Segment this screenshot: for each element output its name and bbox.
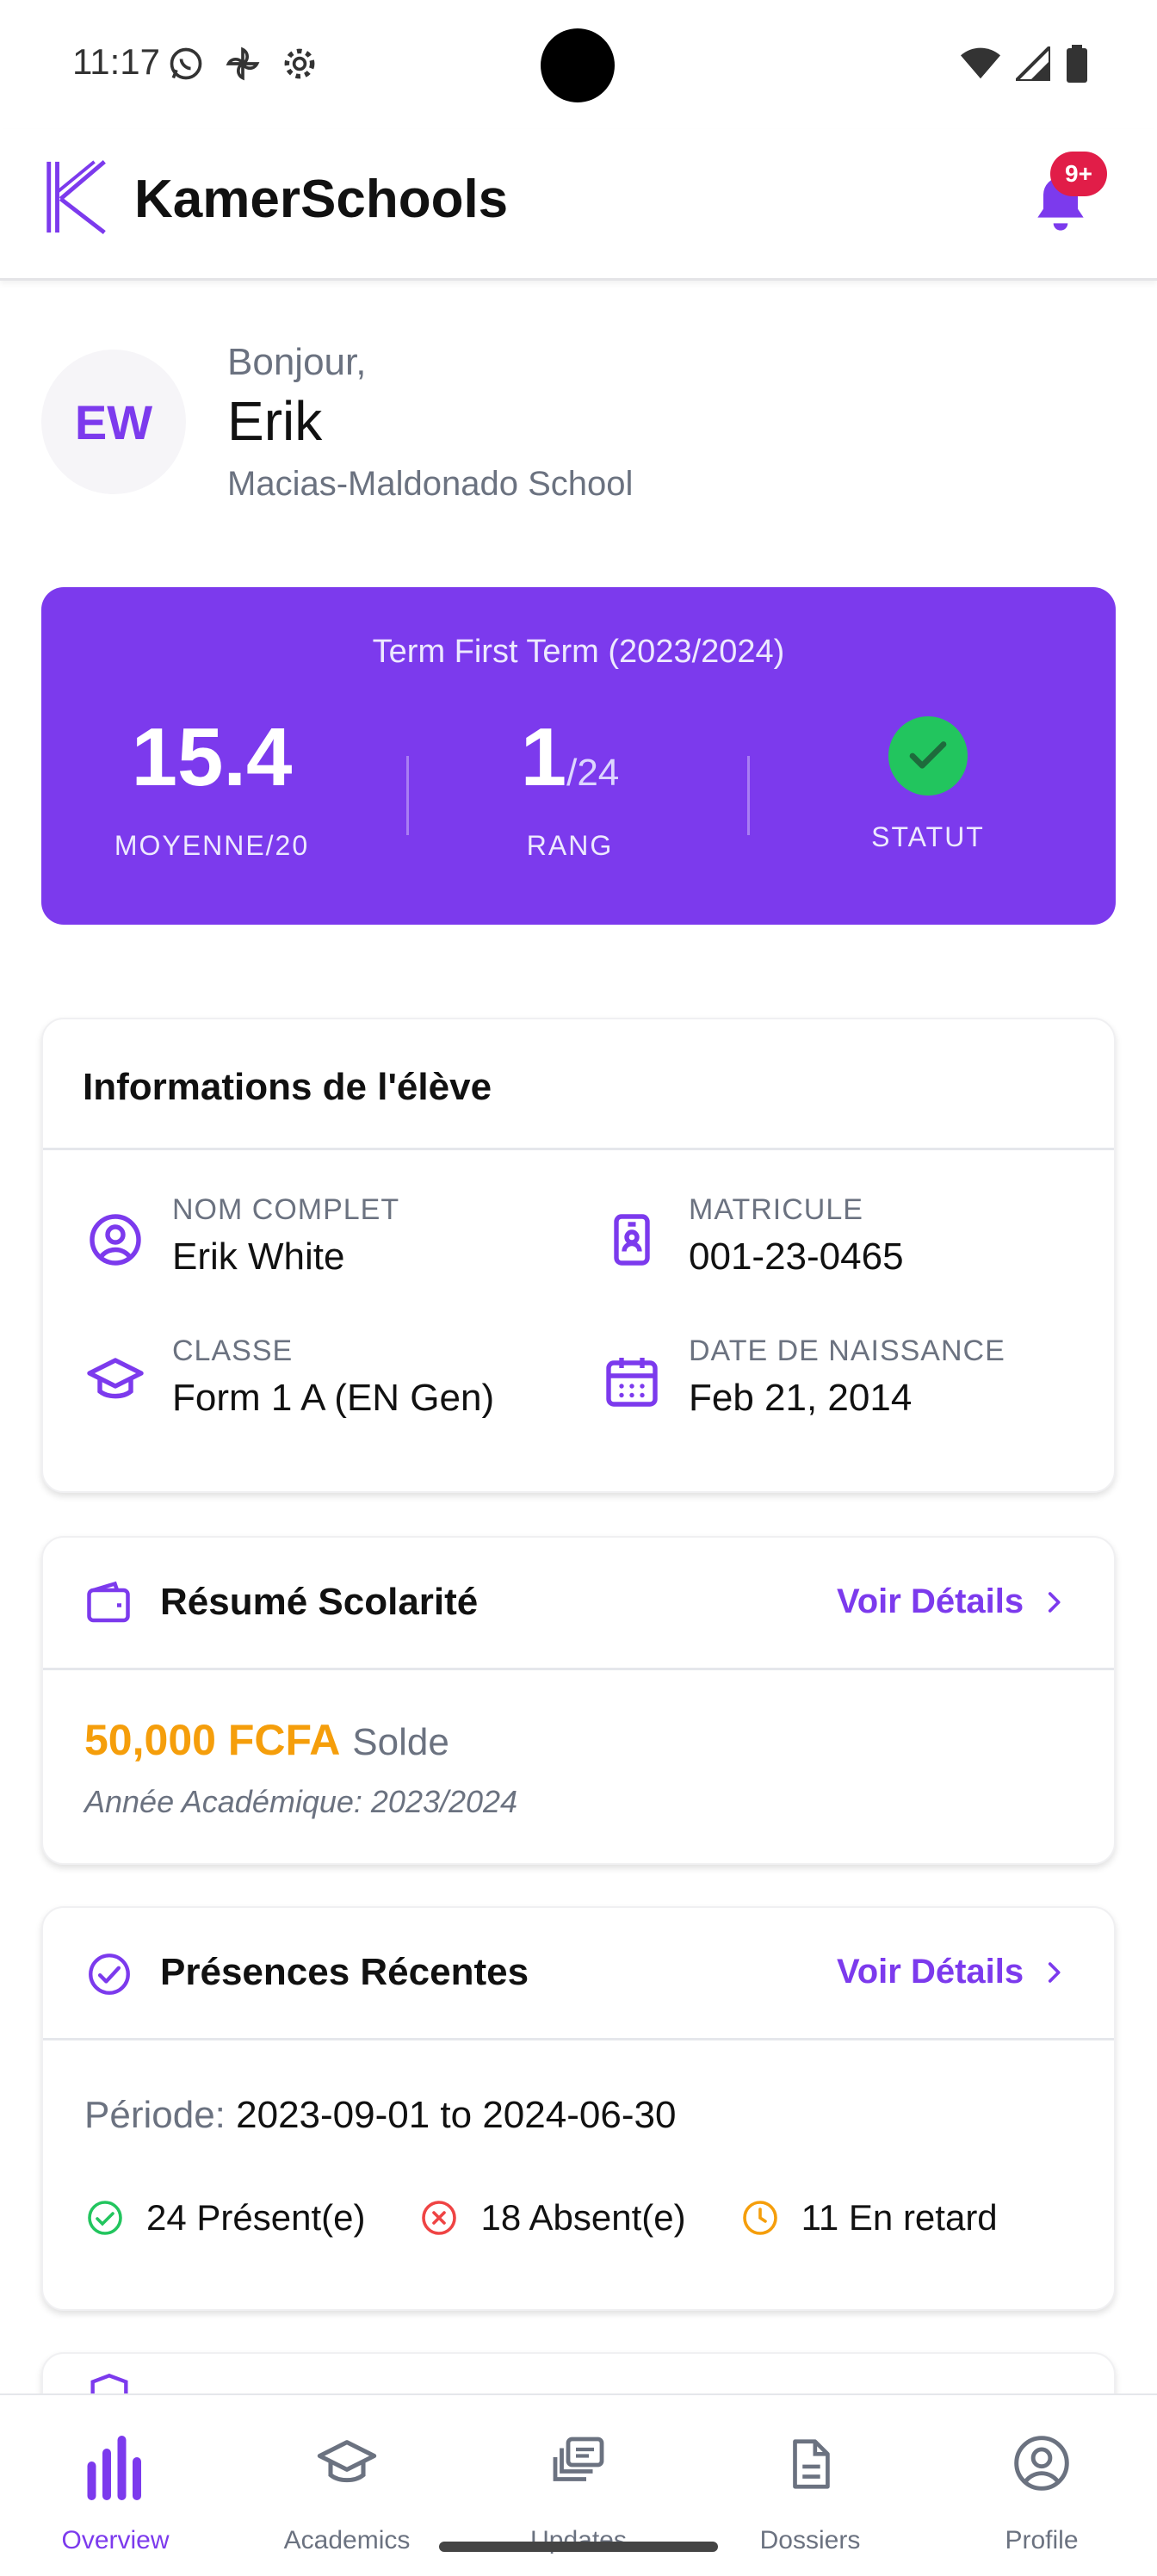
clock-icon — [742, 2201, 777, 2235]
attendance-period: Période: 2023-09-01 to 2024-06-30 — [84, 2094, 676, 2137]
pinwheel-icon — [226, 46, 260, 81]
user-circle-icon — [90, 1214, 141, 1266]
whatsapp-icon — [170, 47, 202, 80]
rank-stat: 1/24 RANG — [399, 716, 740, 862]
school-name: Macias-Maldonado School — [227, 465, 634, 503]
signal-icon — [1016, 46, 1050, 81]
late-count: 11 En retard — [739, 2197, 998, 2239]
stat-divider — [747, 756, 750, 835]
fee-amount-label: Solde — [352, 1721, 449, 1763]
stacked-updates-icon — [463, 2431, 694, 2500]
absent-count: 18 Absent(e) — [418, 2197, 686, 2239]
info-full-name: NOM COMPLET Erik White — [84, 1193, 399, 1279]
document-icon — [695, 2431, 925, 2500]
nav-dossiers-label: Dossiers — [759, 2526, 861, 2554]
class-value: Form 1 A (EN Gen) — [172, 1377, 495, 1419]
wallet-icon — [87, 1581, 130, 1623]
birth-date-value: Feb 21, 2014 — [689, 1377, 913, 1419]
app-title: KamerSchools — [134, 170, 509, 229]
full-name-value: Erik White — [172, 1235, 345, 1278]
x-circle-icon — [422, 2201, 457, 2235]
check-circle-icon — [88, 2201, 122, 2235]
average-value: 15.4 — [131, 711, 293, 803]
rank-value: 1 — [520, 711, 567, 803]
home-indicator[interactable] — [439, 2542, 718, 2552]
matricule-value: 001-23-0465 — [689, 1235, 904, 1278]
battery-icon — [1067, 45, 1087, 83]
chevron-right-icon — [1049, 1961, 1061, 1983]
absent-text: 18 Absent(e) — [480, 2197, 686, 2238]
attendance-details-label: Voir Détails — [837, 1953, 1024, 1991]
status-check-icon — [888, 716, 968, 796]
status-time: 11:17 — [72, 41, 160, 82]
card-header: Présences Récentes Voir Détails — [43, 1908, 1114, 2040]
nav-dossiers[interactable]: Dossiers — [695, 2395, 925, 2576]
status-right-icons — [961, 45, 1088, 83]
nav-profile-label: Profile — [1005, 2526, 1079, 2554]
period-value: 2023-09-01 to 2024-06-30 — [236, 2094, 677, 2136]
user-circle-icon — [926, 2431, 1157, 2500]
rank-total: /24 — [566, 752, 620, 794]
term-title: Term First Term (2023/2024) — [372, 634, 785, 670]
attendance-card: Présences Récentes Voir Détails Période:… — [41, 1906, 1116, 2311]
fees-summary-card: Résumé Scolarité Voir Détails 50,000 FCF… — [41, 1536, 1116, 1865]
info-birth-date: DATE DE NAISSANCE Feb 21, 2014 — [601, 1334, 1005, 1420]
full-name-label: NOM COMPLET — [172, 1193, 400, 1226]
camera-cutout — [541, 28, 615, 102]
period-label: Période: — [84, 2094, 226, 2136]
status-stat: STATUT — [758, 716, 1098, 853]
student-info-card: Informations de l'élève NOM COMPLET Erik… — [41, 1018, 1116, 1493]
rank-label: RANG — [526, 830, 614, 861]
info-class: CLASSE Form 1 A (EN Gen) — [84, 1334, 494, 1420]
average-label: MOYENNE/20 — [114, 830, 310, 861]
attendance-summary: 24 Présent(e) 18 Absent(e) 11 En retard — [84, 2197, 1051, 2239]
birth-date-label: DATE DE NAISSANCE — [689, 1334, 1005, 1367]
late-text: 11 En retard — [801, 2197, 998, 2238]
present-count: 24 Présent(e) — [84, 2197, 365, 2239]
status-bar: 11:17 — [0, 0, 1157, 129]
present-text: 24 Présent(e) — [146, 2197, 366, 2238]
info-matricule: MATRICULE 001-23-0465 — [601, 1193, 904, 1279]
term-summary-card[interactable]: Term First Term (2023/2024) 15.4 MOYENNE… — [41, 587, 1116, 925]
fees-title: Résumé Scolarité — [160, 1581, 479, 1623]
fees-details-link[interactable]: Voir Détails — [837, 1582, 1068, 1621]
id-badge-icon — [614, 1214, 650, 1266]
class-label: CLASSE — [172, 1334, 294, 1367]
check-badge-icon — [89, 1954, 130, 1995]
app-header: KamerSchools 9+ — [0, 129, 1157, 281]
user-name: Erik — [227, 390, 323, 452]
fees-details-label: Voir Détails — [837, 1582, 1024, 1620]
graduation-cap-icon — [87, 1358, 144, 1399]
nav-academics-label: Academics — [283, 2526, 411, 2554]
status-left-icons — [167, 45, 319, 83]
card-header: Informations de l'élève — [43, 1019, 1114, 1150]
nav-overview[interactable]: Overview — [0, 2395, 231, 2576]
wifi-icon — [961, 47, 1000, 79]
bar-chart-icon — [0, 2431, 231, 2500]
status-label: STATUT — [871, 821, 985, 852]
fee-amount: 50,000 FCFA — [84, 1716, 341, 1764]
avatar[interactable]: EW — [41, 350, 186, 494]
notification-badge: 9+ — [1050, 152, 1107, 196]
card-header: Résumé Scolarité Voir Détails — [43, 1538, 1114, 1670]
settings-icon — [284, 48, 315, 79]
academic-year: Année Académique: 2023/2024 — [84, 1784, 518, 1819]
greeting-hello: Bonjour, — [227, 341, 367, 383]
nav-profile[interactable]: Profile — [926, 2395, 1157, 2576]
calendar-icon — [606, 1358, 658, 1407]
attendance-details-link[interactable]: Voir Détails — [837, 1953, 1068, 1991]
nav-academics[interactable]: Academics — [232, 2395, 462, 2576]
matricule-label: MATRICULE — [689, 1193, 863, 1226]
student-info-title: Informations de l'élève — [83, 1066, 492, 1108]
nav-overview-label: Overview — [61, 2526, 170, 2554]
graduation-cap-icon — [232, 2431, 462, 2500]
attendance-title: Présences Récentes — [160, 1951, 529, 1993]
fee-balance: 50,000 FCFA Solde — [84, 1715, 449, 1765]
chevron-right-icon — [1049, 1591, 1061, 1613]
average-stat: 15.4 MOYENNE/20 — [41, 716, 382, 862]
kamerschools-logo-icon — [46, 160, 106, 235]
